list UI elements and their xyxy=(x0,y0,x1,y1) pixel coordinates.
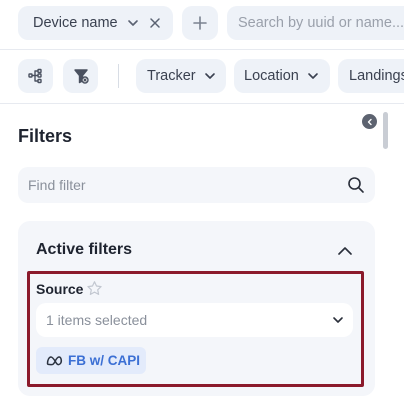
chevron-down-icon xyxy=(306,69,320,83)
panel-scrollbar[interactable] xyxy=(383,112,388,149)
hierarchy-view-button[interactable] xyxy=(18,59,53,93)
source-tag-label: FB w/ CAPI xyxy=(68,353,141,368)
chevron-down-icon xyxy=(331,313,345,327)
plus-icon xyxy=(192,15,208,31)
search-icon[interactable] xyxy=(347,176,365,194)
source-tag-fb-capi[interactable]: FB w/ CAPI xyxy=(36,347,146,374)
collapse-panel-button[interactable] xyxy=(362,114,377,129)
hierarchy-icon xyxy=(27,67,45,85)
toolbar-separator xyxy=(118,64,119,88)
source-label: Source xyxy=(36,281,84,297)
meta-icon xyxy=(46,355,63,366)
chevron-down-icon[interactable] xyxy=(126,16,140,30)
chevron-left-icon xyxy=(366,118,374,126)
search-input[interactable]: Search by uuid or name... xyxy=(227,6,404,40)
location-filter-label: Location xyxy=(244,68,299,84)
chevron-down-icon xyxy=(203,69,217,83)
add-filter-button[interactable] xyxy=(182,6,218,40)
device-name-chip[interactable]: Device name xyxy=(18,6,173,40)
filter-clear-icon xyxy=(72,67,90,85)
search-placeholder: Search by uuid or name... xyxy=(238,15,404,31)
landings-filter-label: Landings xyxy=(349,68,404,84)
tracker-filter-label: Tracker xyxy=(147,68,196,84)
active-filters-title: Active filters xyxy=(36,241,133,258)
landings-filter-dropdown[interactable]: Landings xyxy=(338,59,404,93)
find-filter-input[interactable]: Find filter xyxy=(18,167,375,203)
source-select[interactable]: 1 items selected xyxy=(36,303,353,337)
find-filter-placeholder: Find filter xyxy=(28,177,86,193)
section-divider xyxy=(0,103,404,104)
device-name-chip-label: Device name xyxy=(33,15,118,31)
source-select-value: 1 items selected xyxy=(46,312,148,328)
tracker-filter-dropdown[interactable]: Tracker xyxy=(136,59,226,93)
toolbar-divider xyxy=(0,49,404,50)
location-filter-dropdown[interactable]: Location xyxy=(234,59,330,93)
filters-title: Filters xyxy=(18,126,73,146)
star-icon[interactable] xyxy=(86,280,103,297)
close-icon[interactable] xyxy=(149,17,161,29)
chevron-up-icon[interactable] xyxy=(336,242,354,260)
clear-filters-button[interactable] xyxy=(63,59,98,93)
